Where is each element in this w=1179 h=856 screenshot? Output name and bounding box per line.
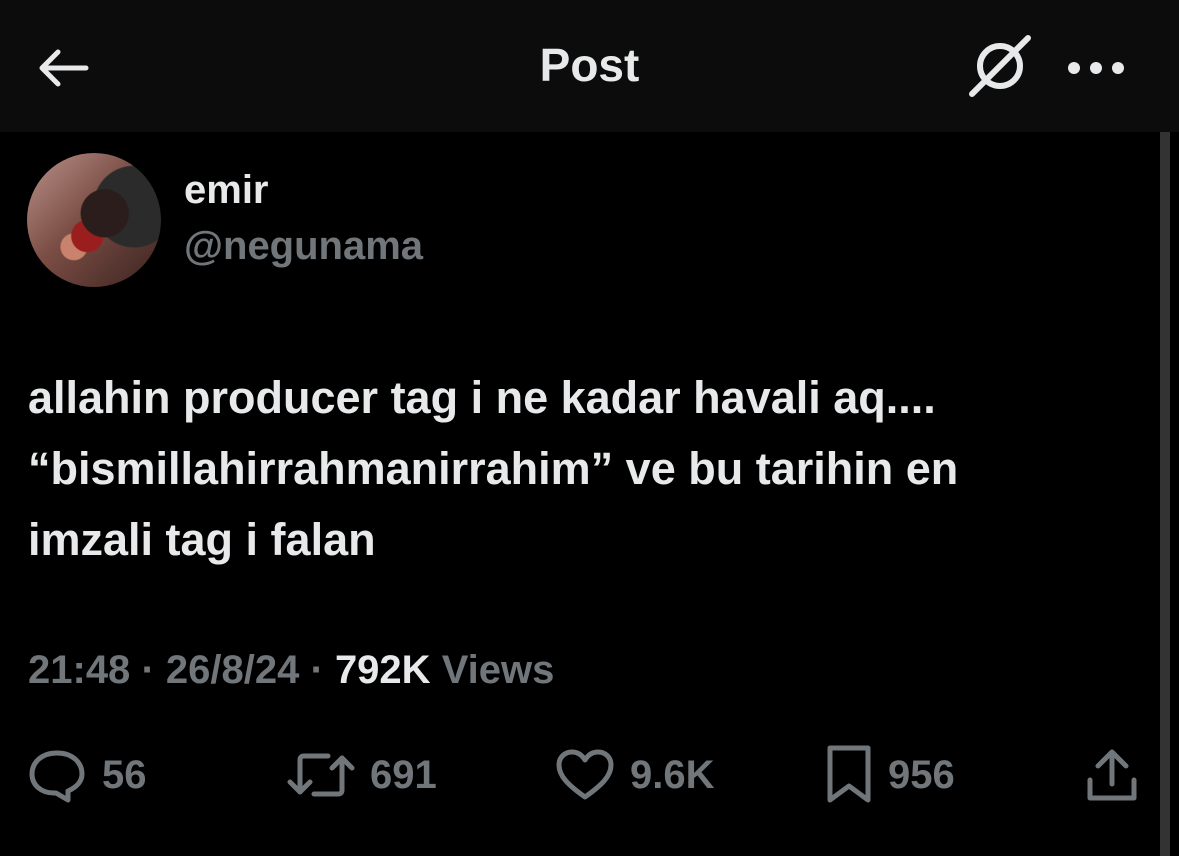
repost-button[interactable]: 691 — [286, 740, 437, 810]
reply-icon — [29, 750, 85, 803]
bookmark-count: 956 — [888, 752, 955, 797]
grok-button[interactable] — [962, 30, 1038, 102]
like-count: 9.6K — [630, 752, 715, 797]
like-icon — [556, 749, 614, 800]
tweet-date[interactable]: 26/8/24 — [166, 648, 299, 692]
tweet-time[interactable]: 21:48 — [28, 648, 130, 692]
tweet-line: “bismillahirrahmanirrahim” ve bu tarihin… — [28, 443, 959, 494]
tweet-meta: 21:48 · 26/8/24 · 792K Views — [28, 648, 554, 693]
more-icon — [1068, 62, 1124, 74]
share-icon — [1087, 749, 1137, 801]
repost-icon — [287, 753, 355, 797]
reply-button[interactable]: 56 — [26, 740, 147, 810]
reply-count: 56 — [102, 752, 147, 797]
tweet-text: allahin producer tag i ne kadar havali a… — [28, 362, 1138, 575]
top-bar: Post — [0, 0, 1179, 132]
avatar[interactable] — [27, 153, 161, 287]
scrollbar[interactable] — [1160, 132, 1170, 856]
author-display-name[interactable]: emir — [184, 168, 269, 213]
share-button[interactable] — [1084, 740, 1140, 810]
author-handle[interactable]: @negunama — [184, 224, 423, 269]
repost-count: 691 — [370, 752, 437, 797]
bookmark-icon — [827, 745, 871, 803]
meta-separator: · — [310, 648, 324, 692]
meta-separator: · — [141, 648, 155, 692]
more-options-button[interactable] — [1060, 40, 1132, 96]
bookmark-button[interactable]: 956 — [824, 740, 955, 810]
like-button[interactable]: 9.6K — [554, 740, 715, 810]
tweet-line: imzali tag i falan — [28, 514, 376, 565]
views-label: Views — [441, 648, 555, 692]
tweet-line: allahin producer tag i ne kadar havali a… — [28, 372, 936, 423]
views-count: 792K — [334, 648, 431, 692]
grok-icon — [969, 35, 1031, 97]
